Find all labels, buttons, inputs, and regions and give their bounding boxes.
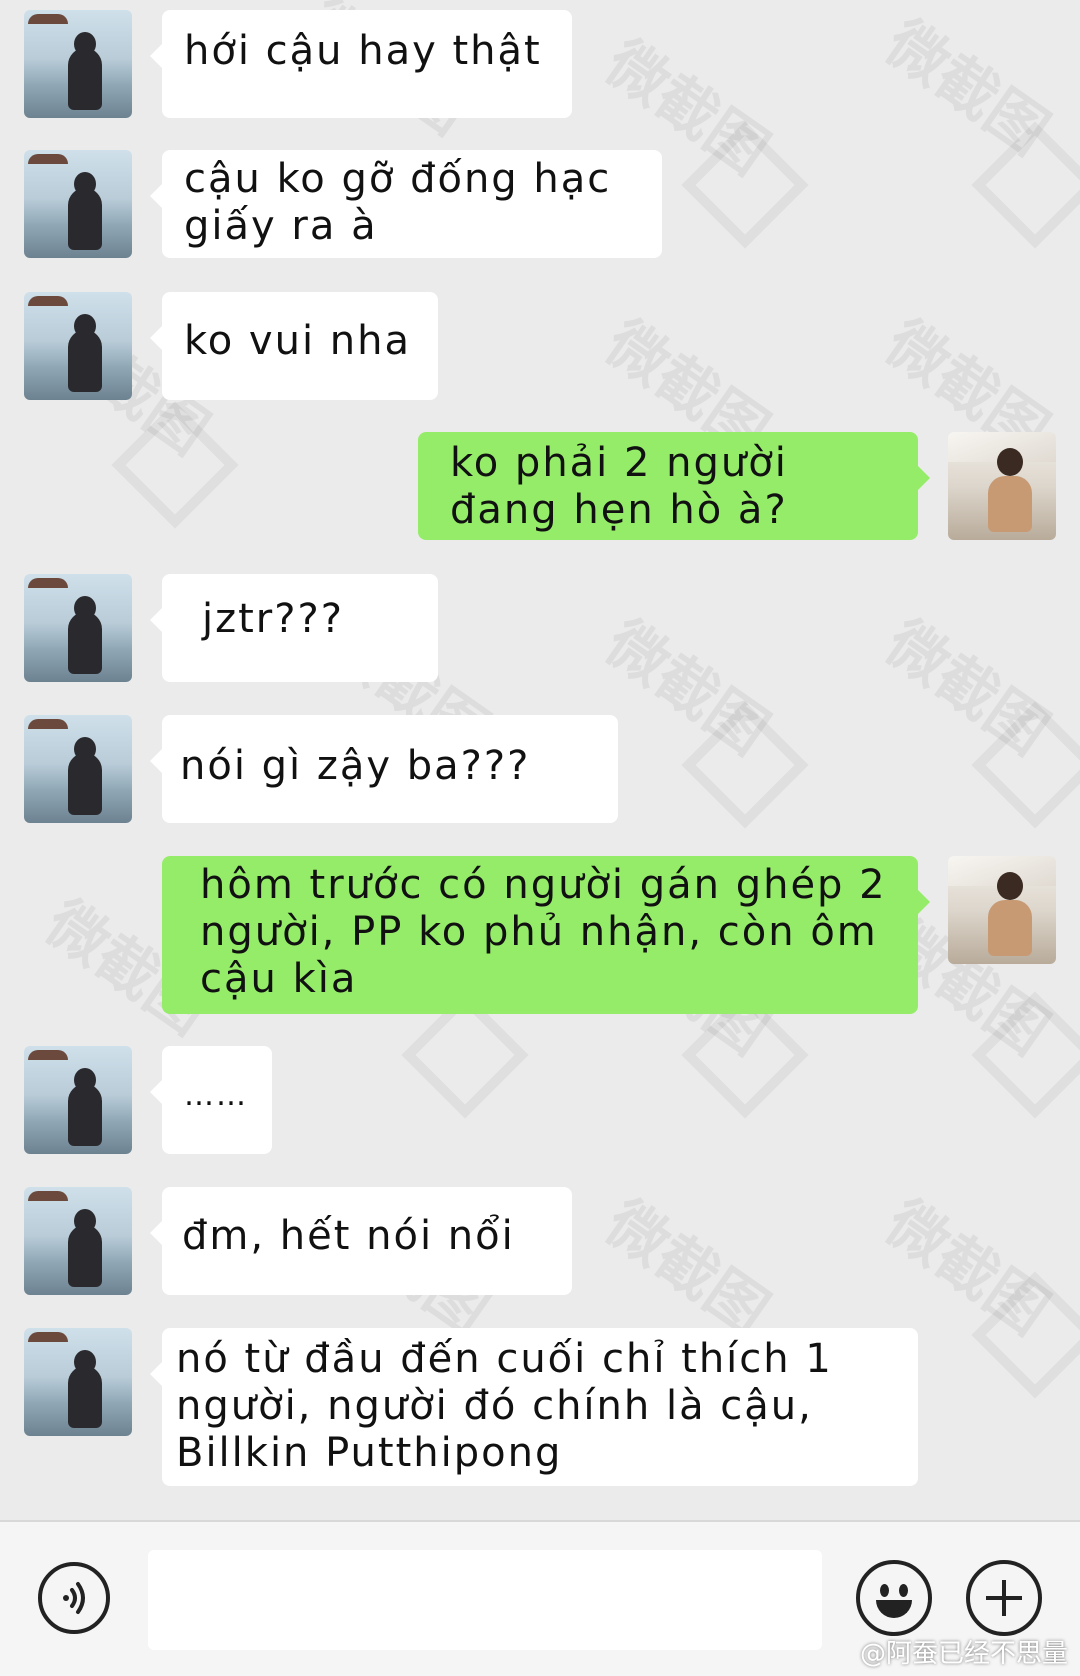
watermark-logo (971, 121, 1080, 249)
incoming-message-bubble[interactable]: jztr??? (150, 574, 438, 682)
contact-avatar[interactable] (24, 150, 132, 258)
contact-avatar[interactable] (24, 292, 132, 400)
watermark: 微截图 (873, 7, 1061, 169)
voice-input-button[interactable] (38, 1562, 110, 1634)
incoming-message-bubble[interactable]: hới cậu hay thật (150, 10, 572, 118)
incoming-message-bubble[interactable]: ko vui nha (150, 292, 438, 400)
watermark-logo (681, 701, 809, 829)
message-input[interactable] (148, 1550, 822, 1650)
input-bar: @阿蚕已经不思量 (0, 1520, 1080, 1676)
incoming-message-bubble[interactable]: đm, hết nói nổi (150, 1187, 572, 1295)
watermark: 微截图 (593, 1187, 781, 1349)
contact-avatar[interactable] (24, 10, 132, 118)
watermark: 微截图 (873, 607, 1061, 769)
more-options-button[interactable] (966, 1560, 1042, 1636)
watermark-logo (971, 1271, 1080, 1399)
user-avatar[interactable] (948, 856, 1056, 964)
watermark-credit: @阿蚕已经不思量 (859, 1639, 1068, 1669)
watermark-logo (681, 121, 809, 249)
contact-avatar[interactable] (24, 1328, 132, 1436)
emoji-button[interactable] (856, 1560, 932, 1636)
outgoing-message-bubble[interactable]: hôm trước có người gán ghép 2 người, PP … (162, 856, 930, 1014)
contact-avatar[interactable] (24, 1187, 132, 1295)
watermark-logo (971, 701, 1080, 829)
contact-avatar[interactable] (24, 574, 132, 682)
watermark: 微截图 (873, 1187, 1061, 1349)
incoming-message-bubble[interactable]: cậu ko gỡ đống hạc giấy ra à (150, 150, 662, 258)
contact-avatar[interactable] (24, 1046, 132, 1154)
watermark-logo (111, 401, 239, 529)
user-avatar[interactable] (948, 432, 1056, 540)
incoming-message-bubble[interactable]: nói gì zậy ba??? (150, 715, 618, 823)
incoming-message-bubble[interactable]: nó từ đầu đến cuối chỉ thích 1 người, ng… (150, 1328, 918, 1486)
watermark: 微截图 (593, 607, 781, 769)
contact-avatar[interactable] (24, 715, 132, 823)
watermark-logo (971, 991, 1080, 1119)
voice-icon (63, 1582, 85, 1614)
outgoing-message-bubble[interactable]: ko phải 2 người đang hẹn hò à? (418, 432, 930, 540)
incoming-message-bubble[interactable]: …… (150, 1046, 272, 1154)
chat-area[interactable]: 微截图 微截图 微截图 微截图 微截图 微截图 微截图 微截图 微截图 微截图 … (0, 0, 1080, 1520)
